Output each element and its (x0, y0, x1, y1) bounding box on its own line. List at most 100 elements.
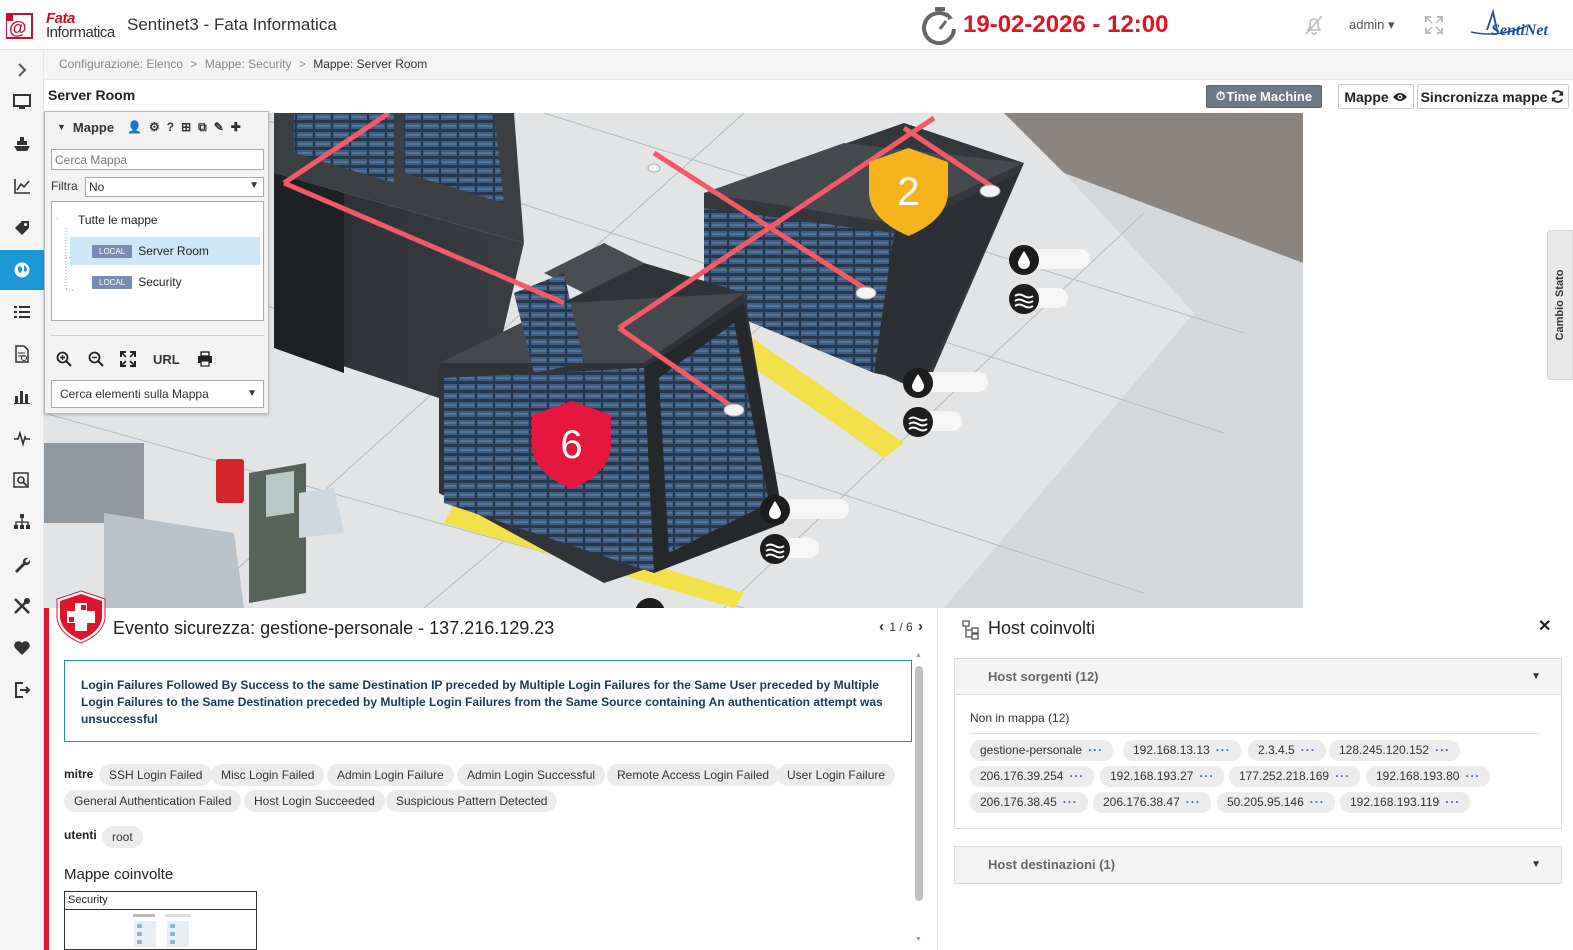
sidebar-item-statistics[interactable] (0, 376, 44, 416)
host-more-icon[interactable]: ··· (1301, 743, 1316, 757)
zoom-out-icon[interactable] (88, 351, 104, 367)
host-tag[interactable]: 192.168.193.119 ··· (1340, 792, 1471, 813)
cambio-stato-tab[interactable]: Cambio Stato (1547, 230, 1573, 380)
bar-chart-icon (14, 391, 30, 404)
prev-event-icon[interactable]: ‹ (879, 618, 884, 635)
zoom-in-icon[interactable] (56, 351, 72, 367)
mappe-toggle-button[interactable]: Mappe (1338, 84, 1414, 109)
tree-item-security[interactable]: LOCAL Security (70, 268, 260, 296)
host-more-icon[interactable]: ··· (1199, 769, 1214, 783)
host-tag[interactable]: 206.176.39.254 ··· (970, 766, 1095, 787)
flood-sensor[interactable] (759, 533, 819, 564)
water-leak-sensor[interactable] (1008, 244, 1090, 275)
host-tag[interactable]: 50.205.95.146 ··· (1217, 792, 1335, 813)
mitre-tag[interactable]: Suspicious Pattern Detected (386, 790, 558, 812)
mitre-tag[interactable]: General Authentication Failed (64, 790, 242, 812)
host-more-icon[interactable]: ··· (1335, 769, 1350, 783)
sidebar-item-maps[interactable] (0, 250, 44, 290)
scroll-up-icon[interactable]: ▲ (915, 652, 922, 659)
host-more-icon[interactable]: ··· (1445, 795, 1460, 809)
host-tag[interactable]: 177.252.218.169 ··· (1229, 766, 1361, 787)
sidebar-item-tags[interactable] (0, 208, 44, 248)
fullscreen-icon[interactable] (1424, 15, 1444, 35)
mitre-tag[interactable]: Admin Login Successful (457, 764, 606, 786)
notifications-muted-bell-icon[interactable] (1302, 13, 1326, 37)
flood-sensor[interactable] (1008, 283, 1068, 314)
host-tag[interactable]: 206.176.38.47 ··· (1093, 792, 1211, 813)
map-settings-icon[interactable]: ⚙ (149, 120, 160, 135)
sidebar-item-list[interactable] (0, 292, 44, 332)
mitre-tag[interactable]: Remote Access Login Failed (607, 764, 780, 786)
maps-panel-header[interactable]: ▼ Mappe 👤 ⚙ ? ⊞ ⧉ ✎ ✚ (45, 112, 268, 142)
host-tag[interactable]: 206.176.38.45 ··· (970, 792, 1088, 813)
host-more-icon[interactable]: ··· (1465, 769, 1480, 783)
help-icon[interactable]: ? (167, 120, 174, 135)
mitre-tag[interactable]: Misc Login Failed (211, 764, 325, 786)
map-search-input[interactable]: Cerca Mappa (51, 149, 264, 170)
sidebar-item-logout[interactable] (0, 670, 44, 710)
water-leak-sensor[interactable] (902, 367, 988, 398)
event-panel-scrollbar[interactable]: ▲ ▼ (915, 652, 923, 946)
next-event-icon[interactable]: › (918, 618, 923, 635)
alarm-badge-2[interactable]: 2 (866, 146, 951, 238)
scroll-down-icon[interactable]: ▼ (915, 936, 922, 943)
destination-hosts-header[interactable]: Host destinazioni (1) ▼ (955, 847, 1561, 883)
host-tag[interactable]: 128.245.120.152 ··· (1329, 740, 1461, 761)
involved-map-thumbnail[interactable]: Security (64, 891, 257, 950)
source-hosts-header[interactable]: Host sorgenti (12) ▼ (955, 659, 1561, 695)
breadcrumb-item[interactable]: Mappe: Security (205, 57, 292, 71)
fit-map-icon[interactable] (120, 351, 136, 367)
print-icon[interactable] (197, 351, 213, 367)
sync-maps-button[interactable]: Sincronizza mappe (1417, 84, 1569, 109)
copy-icon[interactable]: ⧉ (198, 120, 207, 135)
mitre-tag[interactable]: User Login Failure (777, 764, 896, 786)
sidebar-item-reports[interactable] (0, 334, 44, 374)
sidebar-item-tools[interactable] (0, 586, 44, 626)
add-icon[interactable]: ✚ (231, 120, 241, 135)
sidebar-item-search[interactable] (0, 460, 44, 500)
user-map-icon[interactable]: 👤 (127, 120, 142, 135)
tree-view-icon[interactable]: ⊞ (181, 120, 191, 135)
alarm-badge-6[interactable]: 6 (529, 399, 614, 491)
host-more-icon[interactable]: ··· (1063, 795, 1078, 809)
host-more-icon[interactable]: ··· (1088, 743, 1103, 757)
mitre-tag[interactable]: Host Login Succeeded (244, 790, 385, 812)
url-button[interactable]: URL (153, 352, 180, 367)
scrollbar-thumb[interactable] (915, 666, 923, 901)
filter-select[interactable]: No ▼ (85, 177, 264, 197)
host-tag[interactable]: 192.168.193.27 ··· (1100, 766, 1225, 787)
sidebar-item-activity[interactable] (0, 418, 44, 458)
host-tag[interactable]: 192.168.193.80 ··· (1366, 766, 1491, 787)
map-title: Server Room (48, 87, 136, 103)
edit-icon[interactable]: ✎ (214, 120, 224, 135)
sidebar-item-monitor[interactable] (0, 82, 44, 122)
flood-sensor[interactable] (902, 406, 962, 437)
tree-root-all-maps[interactable]: Tutte le mappe (78, 213, 158, 227)
breadcrumb-item[interactable]: Configurazione: Elenco (59, 57, 183, 71)
sidebar-item-configuration[interactable] (0, 544, 44, 584)
mitre-tag[interactable]: Admin Login Failure (327, 764, 454, 786)
host-tag[interactable]: 192.168.13.13 ··· (1123, 740, 1241, 761)
sidebar-item-ship[interactable] (0, 124, 44, 164)
host-more-icon[interactable]: ··· (1310, 795, 1325, 809)
sidebar-item-network[interactable] (0, 502, 44, 542)
host-tag[interactable]: 2.3.4.5 ··· (1248, 740, 1326, 761)
mitre-tag[interactable]: SSH Login Failed (99, 764, 213, 786)
element-search-select[interactable]: Cerca elementi sulla Mappa ▼ (51, 380, 264, 408)
collapse-caret-icon[interactable]: ▼ (57, 122, 66, 132)
close-icon[interactable]: ✕ (1538, 616, 1551, 636)
tree-item-server-room[interactable]: LOCAL Server Room (70, 237, 260, 265)
time-machine-button[interactable]: ⏱ Time Machine (1206, 85, 1322, 108)
sidebar-item-charts[interactable] (0, 166, 44, 206)
host-more-icon[interactable]: ··· (1186, 795, 1201, 809)
user-tag[interactable]: root (102, 826, 143, 848)
sidebar-item-health[interactable] (0, 628, 44, 668)
sensor-icon[interactable] (634, 597, 666, 608)
host-tag[interactable]: gestione-personale ··· (970, 740, 1114, 761)
user-menu[interactable]: admin ▾ (1349, 17, 1395, 33)
host-more-icon[interactable]: ··· (1069, 769, 1084, 783)
water-leak-sensor[interactable] (759, 494, 849, 525)
host-more-icon[interactable]: ··· (1216, 743, 1231, 757)
fata-informatica-logo[interactable]: @ Fata Informatica (6, 8, 118, 44)
host-more-icon[interactable]: ··· (1435, 743, 1450, 757)
